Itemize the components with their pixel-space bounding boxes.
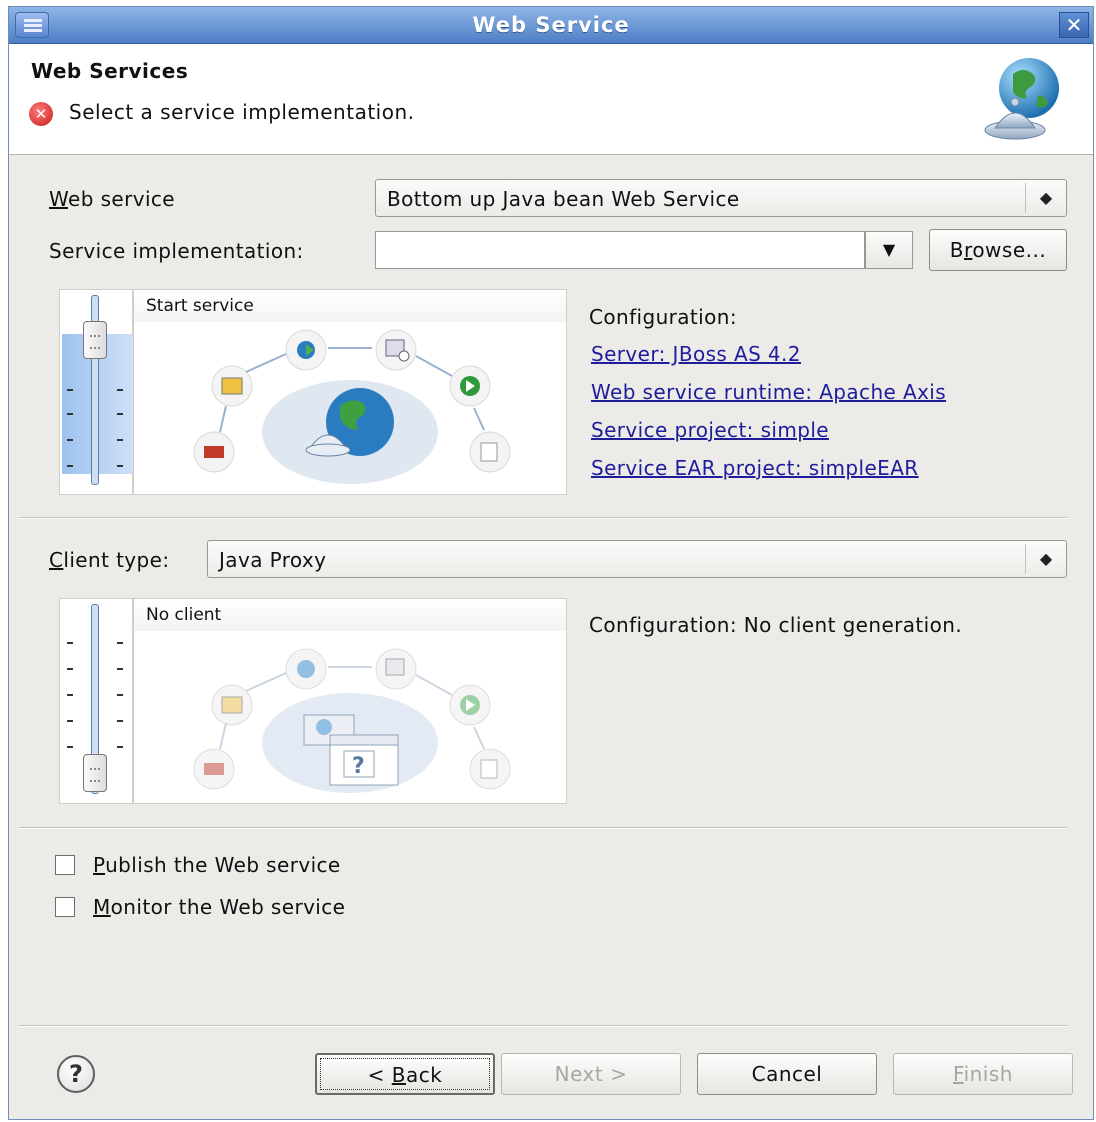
- web-service-type-value: Bottom up Java bean Web Service: [387, 187, 740, 211]
- server-link[interactable]: Server: JBoss AS 4.2: [591, 342, 801, 366]
- monitor-checkbox[interactable]: [55, 897, 75, 917]
- service-configuration-label: Configuration:: [589, 305, 737, 329]
- title-bar: Web Service ✕: [9, 7, 1093, 44]
- updown-arrows-icon: ◆: [1025, 183, 1066, 213]
- svg-text:?: ?: [352, 754, 365, 779]
- client-type-value: Java Proxy: [219, 548, 327, 572]
- back-button[interactable]: < Back: [315, 1053, 495, 1095]
- client-slider-thumb[interactable]: [83, 754, 107, 792]
- dialog-window: Web Service ✕ Web Services ✕ Select a se…: [8, 6, 1094, 1120]
- client-type-label: Client type:: [49, 548, 170, 572]
- chevron-down-icon: ▼: [882, 240, 896, 259]
- client-diagram: No client ?: [133, 598, 567, 804]
- separator: [19, 517, 1067, 519]
- help-button[interactable]: ?: [57, 1055, 95, 1093]
- web-service-label: Web service: [49, 187, 176, 211]
- cancel-button[interactable]: Cancel: [697, 1053, 877, 1095]
- browse-button[interactable]: Browse...: [929, 229, 1067, 271]
- client-type-combo[interactable]: Java Proxy ◆: [207, 540, 1067, 578]
- close-button[interactable]: ✕: [1059, 12, 1089, 38]
- service-lifecycle-illustration: [193, 329, 511, 484]
- page-title: Web Services: [31, 59, 189, 83]
- error-icon: ✕: [29, 102, 53, 126]
- close-icon: ✕: [1065, 13, 1083, 37]
- service-slider-thumb[interactable]: [83, 321, 107, 359]
- service-implementation-input[interactable]: [375, 231, 865, 269]
- wizard-header: Web Services ✕ Select a service implemen…: [9, 44, 1093, 155]
- runtime-link[interactable]: Web service runtime: Apache Axis: [591, 380, 946, 404]
- service-project-link[interactable]: Service project: simple: [591, 418, 829, 442]
- service-implementation-label: Service implementation:: [49, 239, 304, 263]
- next-button[interactable]: Next >: [501, 1053, 681, 1095]
- client-configuration-text: Configuration: No client generation.: [589, 613, 963, 637]
- window-title: Web Service: [472, 13, 630, 37]
- monitor-label[interactable]: Monitor the Web service: [93, 895, 345, 919]
- client-level-label: No client: [146, 605, 222, 625]
- publish-label[interactable]: Publish the Web service: [93, 853, 341, 877]
- publish-checkbox[interactable]: [55, 855, 75, 875]
- help-icon: ?: [69, 1060, 83, 1088]
- client-scale-panel: No client ?: [59, 598, 567, 804]
- service-level-label: Start service: [146, 296, 254, 316]
- service-ear-project-link[interactable]: Service EAR project: simpleEAR: [591, 456, 919, 480]
- service-scale-panel: Start service: [59, 289, 567, 495]
- service-implementation-dropdown-button[interactable]: ▼: [865, 231, 913, 269]
- separator: [19, 827, 1067, 829]
- header-message: Select a service implementation.: [69, 100, 415, 124]
- service-diagram: Start service: [133, 289, 567, 495]
- web-service-type-combo[interactable]: Bottom up Java bean Web Service ◆: [375, 179, 1067, 217]
- separator: [19, 1025, 1067, 1027]
- finish-button[interactable]: Finish: [893, 1053, 1073, 1095]
- client-lifecycle-illustration: ?: [193, 648, 511, 793]
- updown-arrows-icon: ◆: [1025, 544, 1066, 574]
- web-service-globe-icon: [984, 58, 1059, 140]
